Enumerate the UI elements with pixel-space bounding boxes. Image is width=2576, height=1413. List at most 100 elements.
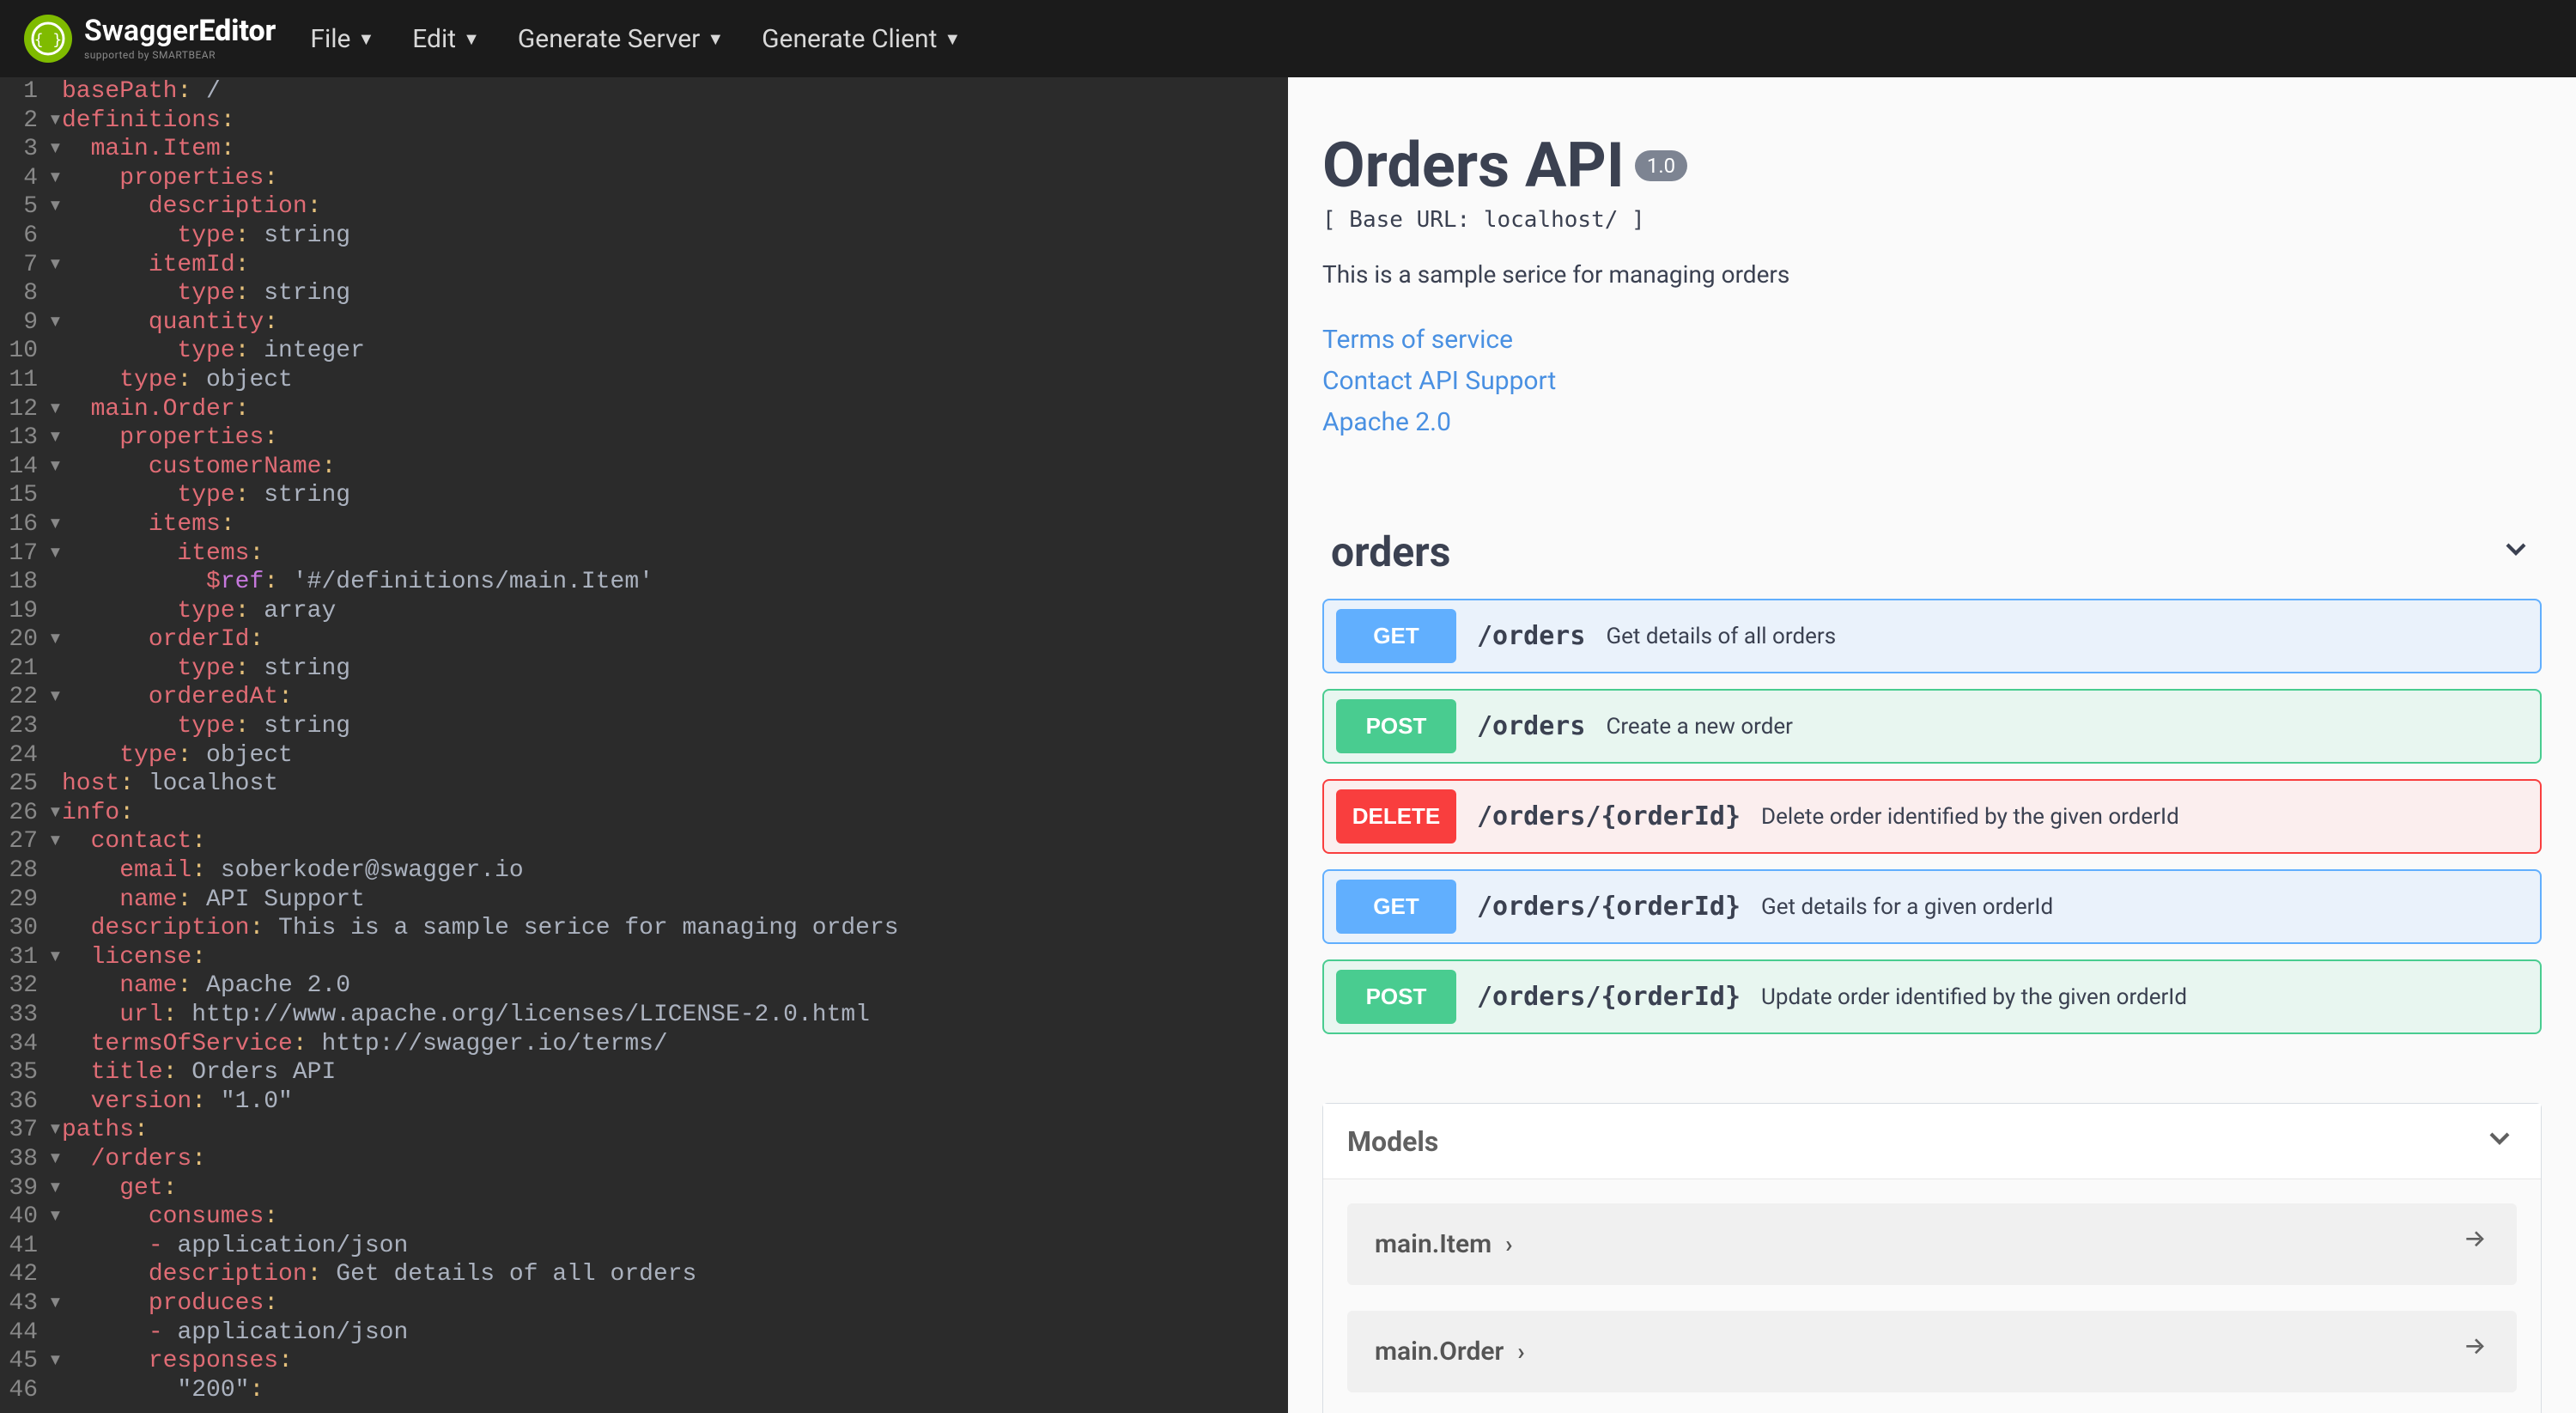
editor-line[interactable]: 28 email: soberkoder@swagger.io <box>0 856 1288 886</box>
fold-marker[interactable]: ▾ <box>48 625 62 655</box>
operation-get-0[interactable]: GET/ordersGet details of all orders <box>1322 599 2542 673</box>
editor-line[interactable]: 27▾ contact: <box>0 827 1288 856</box>
editor-line[interactable]: 10 type: integer <box>0 337 1288 366</box>
fold-marker[interactable]: ▾ <box>48 539 62 569</box>
fold-marker[interactable]: ▾ <box>48 1174 62 1203</box>
editor-line[interactable]: 25host: localhost <box>0 770 1288 799</box>
menu-file[interactable]: File▼ <box>310 24 374 54</box>
editor-line[interactable]: 37▾paths: <box>0 1116 1288 1145</box>
fold-marker[interactable]: ▾ <box>48 827 62 856</box>
editor-line[interactable]: 2▾definitions: <box>0 107 1288 136</box>
editor-line[interactable]: 7▾ itemId: <box>0 251 1288 280</box>
fold-marker[interactable]: ▾ <box>48 683 62 712</box>
line-number: 21 <box>0 655 48 684</box>
fold-marker[interactable]: ▾ <box>48 1145 62 1174</box>
editor-line[interactable]: 35 title: Orders API <box>0 1058 1288 1087</box>
fold-marker[interactable]: ▾ <box>48 943 62 972</box>
editor-line[interactable]: 34 termsOfService: http://swagger.io/ter… <box>0 1030 1288 1059</box>
editor-line[interactable]: 5▾ description: <box>0 192 1288 222</box>
fold-marker[interactable]: ▾ <box>48 107 62 136</box>
editor-line[interactable]: 16▾ items: <box>0 510 1288 539</box>
editor-line[interactable]: 9▾ quantity: <box>0 308 1288 338</box>
editor-line[interactable]: 33 url: http://www.apache.org/licenses/L… <box>0 1001 1288 1030</box>
editor-line[interactable]: 22▾ orderedAt: <box>0 683 1288 712</box>
editor-line[interactable]: 29 name: API Support <box>0 886 1288 915</box>
fold-marker[interactable]: ▾ <box>48 1203 62 1232</box>
editor-line[interactable]: 3▾ main.Item: <box>0 135 1288 164</box>
operation-delete-2[interactable]: DELETE/orders/{orderId}Delete order iden… <box>1322 779 2542 854</box>
editor-line[interactable]: 36 version: "1.0" <box>0 1087 1288 1117</box>
contact-link[interactable]: Contact API Support <box>1322 361 2542 402</box>
terms-of-service-link[interactable]: Terms of service <box>1322 320 2542 361</box>
fold-marker[interactable]: ▾ <box>48 308 62 338</box>
code-text: "200": <box>62 1377 264 1404</box>
editor-line[interactable]: 17▾ items: <box>0 539 1288 569</box>
operation-get-3[interactable]: GET/orders/{orderId}Get details for a gi… <box>1322 869 2542 944</box>
editor-line[interactable]: 6 type: string <box>0 222 1288 251</box>
code-text: type: string <box>62 280 350 307</box>
fold-marker[interactable]: ▾ <box>48 192 62 222</box>
model-row-main-Item[interactable]: main.Item › <box>1347 1203 2517 1285</box>
code-text: type: object <box>62 742 293 769</box>
tag-orders-header[interactable]: orders <box>1322 521 2542 583</box>
operation-post-4[interactable]: POST/orders/{orderId}Update order identi… <box>1322 959 2542 1034</box>
menu-edit[interactable]: Edit▼ <box>412 24 480 54</box>
fold-marker[interactable]: ▾ <box>48 1116 62 1145</box>
editor-line[interactable]: 39▾ get: <box>0 1174 1288 1203</box>
fold-marker[interactable]: ▾ <box>48 135 62 164</box>
editor-line[interactable]: 20▾ orderId: <box>0 625 1288 655</box>
operation-post-1[interactable]: POST/ordersCreate a new order <box>1322 689 2542 764</box>
editor-line[interactable]: 38▾ /orders: <box>0 1145 1288 1174</box>
code-text: title: Orders API <box>62 1059 336 1086</box>
editor-line[interactable]: 46 "200": <box>0 1376 1288 1405</box>
editor-line[interactable]: 23 type: string <box>0 712 1288 741</box>
code-text: name: API Support <box>62 886 365 913</box>
logo[interactable]: { } SwaggerEditor supported by SMARTBEAR <box>24 15 276 63</box>
license-link[interactable]: Apache 2.0 <box>1322 402 2542 443</box>
code-text: main.Order: <box>62 396 249 423</box>
editor-line[interactable]: 14▾ customerName: <box>0 453 1288 482</box>
menu-generate-server[interactable]: Generate Server▼ <box>518 24 724 54</box>
editor-line[interactable]: 41 - application/json <box>0 1232 1288 1261</box>
expand-icon[interactable] <box>2462 1227 2489 1261</box>
editor-line[interactable]: 15 type: string <box>0 481 1288 510</box>
editor-line[interactable]: 19 type: array <box>0 597 1288 626</box>
api-docs-pane[interactable]: Orders API 1.0 [ Base URL: localhost/ ] … <box>1288 77 2576 1413</box>
fold-marker[interactable]: ▾ <box>48 1289 62 1319</box>
editor-line[interactable]: 26▾info: <box>0 799 1288 828</box>
line-number: 45 <box>0 1347 48 1376</box>
editor-line[interactable]: 13▾ properties: <box>0 423 1288 453</box>
editor-line[interactable]: 31▾ license: <box>0 943 1288 972</box>
code-text: paths: <box>62 1117 149 1143</box>
editor-line[interactable]: 4▾ properties: <box>0 164 1288 193</box>
editor-line[interactable]: 8 type: string <box>0 279 1288 308</box>
menu-generate-client[interactable]: Generate Client▼ <box>762 24 961 54</box>
fold-marker[interactable]: ▾ <box>48 251 62 280</box>
editor-line[interactable]: 32 name: Apache 2.0 <box>0 971 1288 1001</box>
editor-line[interactable]: 30 description: This is a sample serice … <box>0 914 1288 943</box>
model-row-main-Order[interactable]: main.Order › <box>1347 1311 2517 1392</box>
editor-line[interactable]: 24 type: object <box>0 741 1288 770</box>
fold-marker[interactable]: ▾ <box>48 510 62 539</box>
fold-marker[interactable]: ▾ <box>48 423 62 453</box>
editor-line[interactable]: 11 type: object <box>0 366 1288 395</box>
expand-icon[interactable] <box>2462 1335 2489 1368</box>
editor-line[interactable]: 12▾ main.Order: <box>0 395 1288 424</box>
editor-line[interactable]: 43▾ produces: <box>0 1289 1288 1319</box>
editor-line[interactable]: 18 $ref: '#/definitions/main.Item' <box>0 568 1288 597</box>
fold-marker[interactable]: ▾ <box>48 453 62 482</box>
fold-marker[interactable]: ▾ <box>48 1347 62 1376</box>
editor-line[interactable]: 44 - application/json <box>0 1319 1288 1348</box>
models-header[interactable]: Models <box>1323 1104 2541 1179</box>
editor-line[interactable]: 21 type: string <box>0 655 1288 684</box>
editor-line[interactable]: 1basePath: / <box>0 77 1288 107</box>
line-number: 35 <box>0 1058 48 1087</box>
yaml-editor[interactable]: 1basePath: /2▾definitions:3▾ main.Item:4… <box>0 77 1288 1413</box>
line-number: 8 <box>0 279 48 308</box>
editor-line[interactable]: 40▾ consumes: <box>0 1203 1288 1232</box>
editor-line[interactable]: 42 description: Get details of all order… <box>0 1260 1288 1289</box>
fold-marker[interactable]: ▾ <box>48 799 62 828</box>
fold-marker[interactable]: ▾ <box>48 164 62 193</box>
editor-line[interactable]: 45▾ responses: <box>0 1347 1288 1376</box>
fold-marker[interactable]: ▾ <box>48 395 62 424</box>
